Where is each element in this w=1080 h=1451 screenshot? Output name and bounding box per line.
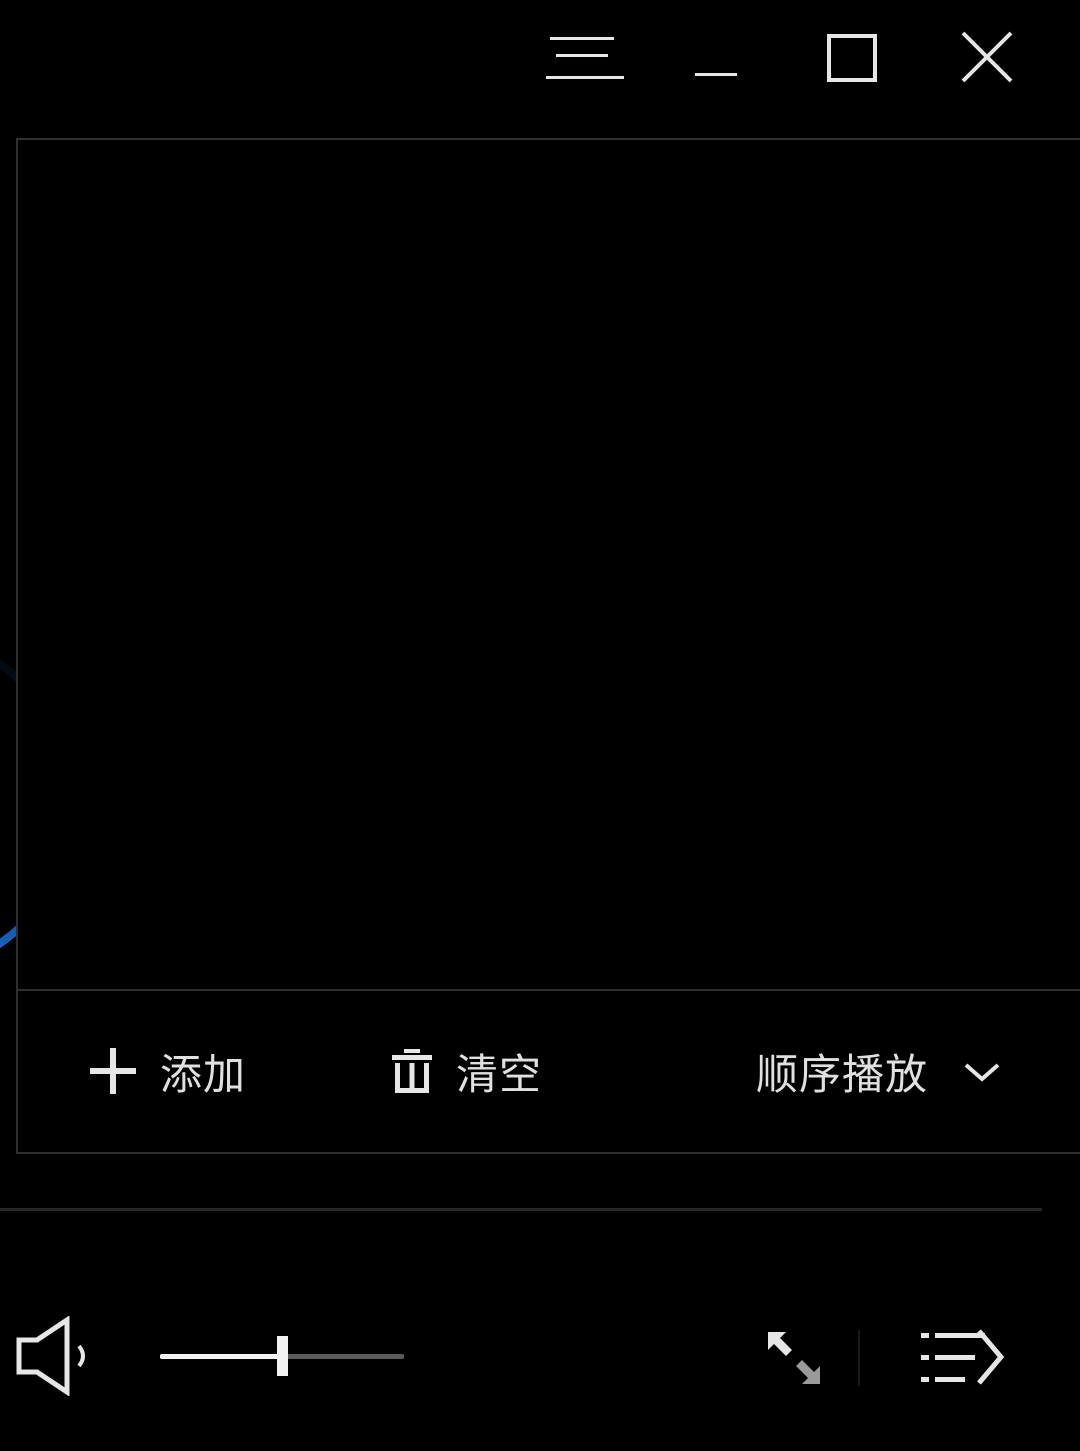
menu-icon	[546, 37, 624, 79]
close-icon	[961, 31, 1013, 83]
clear-button[interactable]: 清空	[390, 1039, 542, 1103]
fullscreen-icon	[768, 1332, 820, 1384]
playlist-toggle-button[interactable]	[914, 1322, 1012, 1392]
minimize-button[interactable]	[684, 22, 748, 92]
control-divider	[858, 1330, 860, 1386]
maximize-icon	[827, 34, 877, 82]
volume-thumb[interactable]	[277, 1336, 288, 1376]
playlist-list[interactable]	[18, 140, 1080, 991]
playlist-toggle-icon	[921, 1329, 1005, 1385]
close-button[interactable]	[950, 22, 1024, 92]
play-mode-label: 顺序播放	[756, 1049, 929, 1099]
play-mode-dropdown[interactable]: 顺序播放	[756, 1039, 1002, 1103]
clear-label: 清空	[456, 1049, 543, 1099]
volume-button[interactable]	[10, 1312, 100, 1400]
progress-bar[interactable]	[0, 1208, 1042, 1211]
player-window: 添加 清空 顺序播放	[0, 0, 1080, 1451]
fullscreen-button[interactable]	[756, 1322, 832, 1394]
volume-fill	[160, 1354, 282, 1359]
minimize-icon	[695, 73, 737, 76]
plus-icon	[88, 1046, 138, 1096]
playlist-panel: 添加 清空 顺序播放	[16, 138, 1080, 1154]
volume-icon	[16, 1316, 85, 1396]
playlist-toolbar: 添加 清空 顺序播放	[18, 991, 1080, 1152]
add-label: 添加	[160, 1049, 247, 1099]
add-button[interactable]: 添加	[88, 1039, 246, 1103]
trash-icon	[390, 1047, 434, 1095]
chevron-down-icon	[962, 1059, 1002, 1083]
menu-button[interactable]	[534, 22, 630, 92]
volume-slider[interactable]	[160, 1334, 404, 1378]
maximize-button[interactable]	[816, 22, 888, 92]
